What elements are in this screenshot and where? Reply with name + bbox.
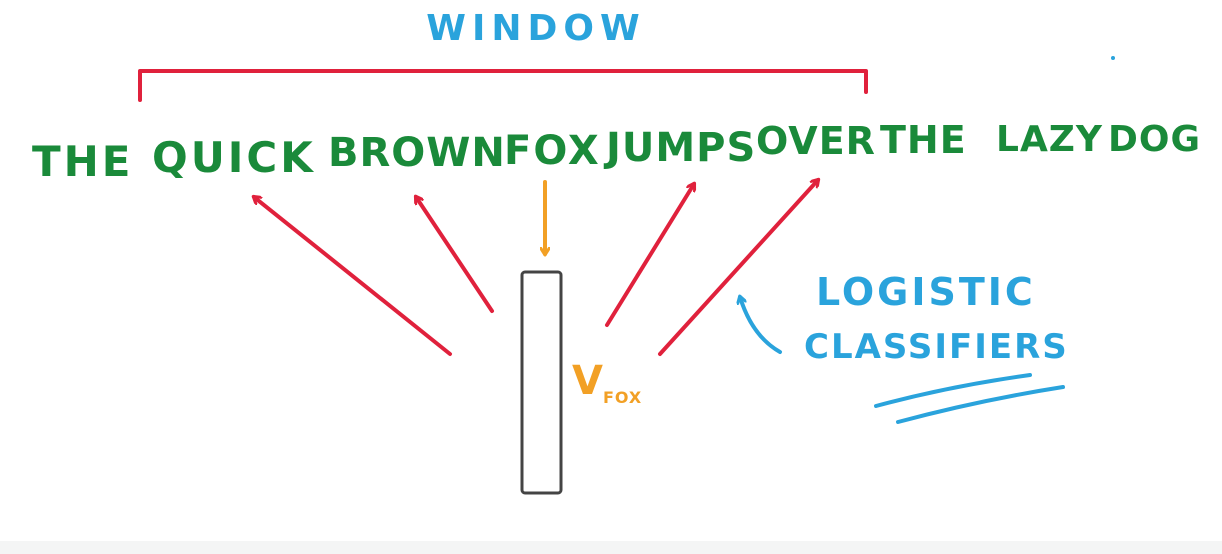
context-arrow-jumps [605, 184, 694, 327]
embedding-vector-box [520, 270, 563, 495]
sentence-word: LAZY [996, 119, 1103, 160]
classifier-underline-2 [896, 385, 1065, 424]
vector-label-sub: FOX [603, 388, 642, 407]
classifier-label-line1: LOGISTIC [816, 270, 1036, 314]
sentence-word: BROWN [328, 130, 506, 176]
vector-label-main: V [572, 358, 603, 404]
sentence: THE QUICK BROWN FOX JUMPS OVER THE LAZY … [32, 118, 1201, 186]
context-arrow-brown [416, 197, 494, 313]
classifier-pointer-arrow [740, 297, 782, 354]
sentence-word: FOX [504, 128, 601, 174]
classifier-underline-1 [874, 373, 1032, 408]
classifier-label-line2: CLASSIFIERS [804, 327, 1069, 367]
window-bracket [138, 69, 868, 102]
stray-dot [1111, 56, 1115, 60]
bottom-strip [0, 541, 1222, 554]
sentence-word: THE [880, 118, 967, 162]
sentence-word: JUMPS [603, 125, 756, 171]
window-label: WINDOW [426, 8, 645, 49]
context-arrow-over [658, 180, 818, 356]
vector-label: VFOX [572, 358, 642, 407]
diagram-svg: WINDOW THE QUICK BROWN FOX JUMPS OVER TH… [32, 8, 1201, 495]
diagram-canvas: WINDOW THE QUICK BROWN FOX JUMPS OVER TH… [0, 0, 1222, 554]
sentence-word: QUICK [152, 133, 316, 182]
sentence-word: THE [32, 137, 134, 186]
sentence-word: OVER [756, 119, 876, 163]
context-arrow-quick [254, 197, 452, 356]
sentence-word: DOG [1108, 119, 1201, 160]
